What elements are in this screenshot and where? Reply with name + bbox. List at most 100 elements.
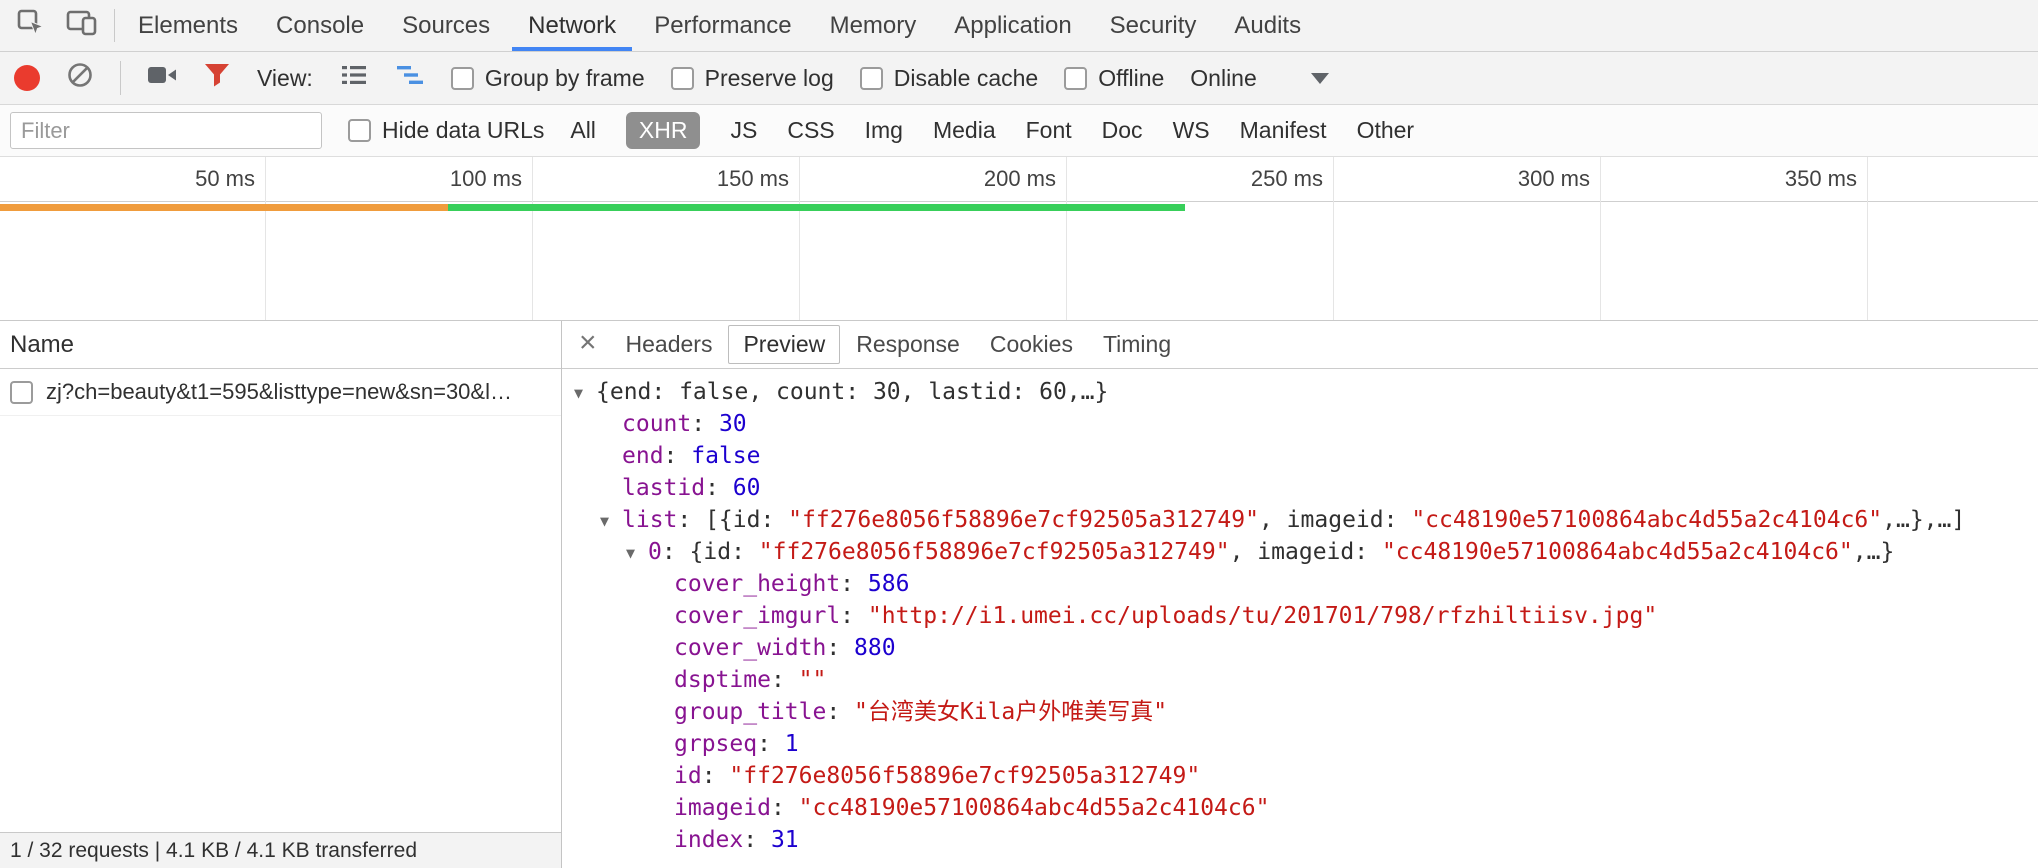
tree-line: count: 30 — [562, 408, 2038, 440]
filter-type-ws[interactable]: WS — [1173, 117, 1210, 144]
name-column-label: Name — [10, 331, 74, 359]
timeline-tick-label: 350 ms — [1697, 157, 1857, 201]
filter-type-font[interactable]: Font — [1026, 117, 1072, 144]
tab-security[interactable]: Security — [1091, 0, 1216, 51]
json-token-name: cover_height — [674, 571, 840, 597]
timeline-gridline — [265, 157, 266, 320]
small-request-rows-button[interactable] — [339, 61, 369, 95]
timeline-tick-label: 150 ms — [629, 157, 789, 201]
capture-screenshots-button[interactable] — [147, 61, 177, 95]
json-token-str: "" — [799, 667, 827, 693]
request-detail-panel: × HeadersPreviewResponseCookiesTiming ▼{… — [562, 321, 2038, 868]
tree-expander-icon[interactable]: ▼ — [600, 505, 622, 537]
json-token-plain: : — [771, 667, 799, 693]
offline-group: Offline — [1064, 65, 1164, 92]
timeline-gridline — [1333, 157, 1334, 320]
preserve-log-checkbox[interactable] — [671, 67, 694, 90]
detail-tab-headers[interactable]: Headers — [612, 326, 727, 363]
json-token-str: "台湾美女Kila户外唯美写真" — [854, 699, 1167, 725]
json-token-plain: {end: false, count: 30, lastid: 60,…} — [596, 379, 1108, 405]
filter-type-js[interactable]: JS — [730, 117, 757, 144]
hide-data-urls-checkbox[interactable] — [348, 119, 371, 142]
json-token-plain: : — [691, 411, 719, 437]
group-by-frame-checkbox[interactable] — [451, 67, 474, 90]
json-token-plain: : — [840, 571, 868, 597]
view-label: View: — [257, 65, 313, 92]
filter-type-doc[interactable]: Doc — [1102, 117, 1143, 144]
device-toolbar-button[interactable] — [66, 8, 98, 43]
json-token-num: 30 — [719, 411, 747, 437]
json-token-name: index — [674, 827, 743, 853]
divider — [120, 61, 121, 95]
close-detail-button[interactable]: × — [566, 326, 610, 364]
tab-sources[interactable]: Sources — [383, 0, 509, 51]
name-column-header[interactable]: Name — [0, 321, 561, 369]
timeline-tick-label: 300 ms — [1430, 157, 1590, 201]
tab-network[interactable]: Network — [509, 0, 635, 51]
record-button[interactable] — [14, 65, 40, 91]
tab-performance[interactable]: Performance — [635, 0, 810, 51]
tree-line: cover_height: 586 — [562, 568, 2038, 600]
funnel-icon — [203, 61, 231, 95]
network-status-bar: 1 / 32 requests | 4.1 KB / 4.1 KB transf… — [0, 832, 561, 868]
tab-elements[interactable]: Elements — [119, 0, 257, 51]
tab-console[interactable]: Console — [257, 0, 383, 51]
json-token-name: imageid — [674, 795, 771, 821]
timeline-overview[interactable]: 50 ms100 ms150 ms200 ms250 ms300 ms350 m… — [0, 157, 2038, 321]
throttling-dropdown-caret-icon[interactable] — [1311, 73, 1329, 84]
device-toolbar-icon — [66, 8, 98, 43]
throttling-value[interactable]: Online — [1190, 65, 1256, 92]
detail-tab-response[interactable]: Response — [842, 326, 974, 363]
tree-expander-icon[interactable]: ▼ — [574, 377, 596, 409]
tree-line[interactable]: ▼list: [{id: "ff276e8056f58896e7cf92505a… — [562, 504, 2038, 536]
json-token-name: cover_imgurl — [674, 603, 840, 629]
inspect-element-button[interactable] — [16, 8, 46, 43]
tree-expander-icon[interactable]: ▼ — [626, 537, 648, 569]
tab-audits[interactable]: Audits — [1215, 0, 1320, 51]
json-token-num: 31 — [771, 827, 799, 853]
json-token-name: grpseq — [674, 731, 757, 757]
timeline-gridline — [1066, 157, 1067, 320]
timeline-tick-label: 50 ms — [95, 157, 255, 201]
tree-line[interactable]: ▼{end: false, count: 30, lastid: 60,…} — [562, 376, 2038, 408]
network-toolbar: View: Group by framePreserve logDisable … — [0, 52, 2038, 105]
detail-tab-cookies[interactable]: Cookies — [976, 326, 1087, 363]
json-token-plain: : — [826, 699, 854, 725]
detail-tab-preview[interactable]: Preview — [728, 325, 840, 364]
filter-type-media[interactable]: Media — [933, 117, 996, 144]
video-camera-icon — [147, 61, 177, 95]
disable-cache-checkbox[interactable] — [860, 67, 883, 90]
request-list-empty-area — [0, 416, 561, 832]
filter-type-xhr[interactable]: XHR — [626, 112, 701, 149]
tree-line: lastid: 60 — [562, 472, 2038, 504]
tree-line[interactable]: ▼0: {id: "ff276e8056f58896e7cf92505a3127… — [562, 536, 2038, 568]
filter-type-other[interactable]: Other — [1357, 117, 1415, 144]
tree-line: index: 31 — [562, 824, 2038, 856]
show-overview-button[interactable] — [395, 61, 425, 95]
detail-tab-timing[interactable]: Timing — [1089, 326, 1185, 363]
offline-checkbox[interactable] — [1064, 67, 1087, 90]
json-token-name: end — [622, 443, 664, 469]
json-token-name: id — [674, 763, 702, 789]
timeline-gridline — [1867, 157, 1868, 320]
timeline-gridline — [532, 157, 533, 320]
filter-type-manifest[interactable]: Manifest — [1240, 117, 1327, 144]
filter-type-all[interactable]: All — [570, 117, 596, 144]
filter-type-img[interactable]: Img — [865, 117, 903, 144]
tab-memory[interactable]: Memory — [811, 0, 936, 51]
request-name: zj?ch=beauty&t1=595&listtype=new&sn=30&l… — [46, 379, 551, 405]
request-checkbox[interactable] — [10, 381, 33, 404]
waterfall-overview-icon — [395, 61, 425, 95]
filter-toggle-button[interactable] — [203, 61, 231, 95]
request-row[interactable]: zj?ch=beauty&t1=595&listtype=new&sn=30&l… — [0, 369, 561, 416]
clear-requests-button[interactable] — [66, 61, 94, 95]
tab-application[interactable]: Application — [935, 0, 1090, 51]
list-rows-icon — [339, 61, 369, 95]
json-token-str: "ff276e8056f58896e7cf92505a312749" — [729, 763, 1200, 789]
json-token-plain: : — [702, 763, 730, 789]
inspect-cursor-icon — [16, 8, 46, 43]
filter-input[interactable] — [10, 112, 322, 149]
offline-label: Offline — [1098, 65, 1164, 92]
filter-type-css[interactable]: CSS — [787, 117, 834, 144]
network-split-view: Name zj?ch=beauty&t1=595&listtype=new&sn… — [0, 321, 2038, 868]
